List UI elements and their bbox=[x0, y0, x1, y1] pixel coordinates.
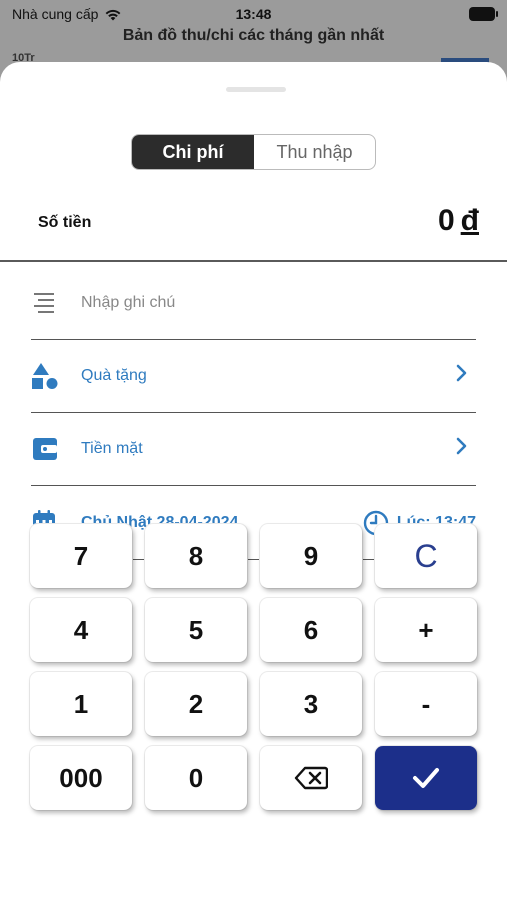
note-placeholder: Nhập ghi chú bbox=[81, 294, 176, 311]
chevron-right-icon bbox=[456, 364, 467, 382]
checkmark-icon bbox=[413, 768, 439, 788]
key-000[interactable]: 000 bbox=[30, 746, 132, 810]
segment-expense[interactable]: Chi phí bbox=[132, 135, 254, 169]
key-plus[interactable]: + bbox=[375, 598, 477, 662]
transaction-type-segment: Chi phí Thu nhập bbox=[131, 134, 376, 170]
backspace-button[interactable] bbox=[260, 746, 362, 810]
background-title: Bản đồ thu/chi các tháng gần nhất bbox=[122, 27, 385, 44]
key-clear[interactable]: C bbox=[375, 524, 477, 588]
key-minus[interactable]: - bbox=[375, 672, 477, 736]
wifi-icon bbox=[106, 9, 121, 20]
key-7[interactable]: 7 bbox=[30, 524, 132, 588]
key-2[interactable]: 2 bbox=[145, 672, 247, 736]
currency-symbol: đ bbox=[460, 204, 479, 237]
key-1[interactable]: 1 bbox=[30, 672, 132, 736]
chevron-right-icon bbox=[456, 437, 467, 455]
wallet-icon bbox=[31, 434, 81, 464]
wallet-row[interactable]: Tiền mặt bbox=[31, 413, 476, 486]
battery-icon bbox=[469, 7, 498, 21]
key-4[interactable]: 4 bbox=[30, 598, 132, 662]
note-icon bbox=[31, 288, 81, 318]
key-0[interactable]: 0 bbox=[145, 746, 247, 810]
carrier-group: Nhà cung cấp bbox=[12, 6, 122, 22]
segment-income[interactable]: Thu nhập bbox=[254, 135, 375, 169]
category-label: Quà tặng bbox=[81, 367, 147, 384]
key-6[interactable]: 6 bbox=[260, 598, 362, 662]
wallet-label: Tiền mặt bbox=[81, 440, 143, 457]
calculator-keypad: 7 8 9 C 4 5 6 + 1 2 3 - 000 0 bbox=[30, 524, 478, 810]
amount-label: Số tiền bbox=[38, 214, 92, 231]
amount-display: 0đ bbox=[438, 204, 479, 238]
sheet-drag-handle[interactable] bbox=[226, 87, 286, 92]
carrier-name: Nhà cung cấp bbox=[12, 6, 99, 22]
amount-value: 0 bbox=[437, 204, 455, 237]
amount-row: Số tiền 0đ bbox=[0, 200, 507, 262]
note-field[interactable]: Nhập ghi chú bbox=[31, 267, 476, 340]
status-bar: Nhà cung cấp 13:48 bbox=[0, 0, 507, 28]
key-8[interactable]: 8 bbox=[145, 524, 247, 588]
category-shapes-icon bbox=[31, 361, 81, 391]
key-9[interactable]: 9 bbox=[260, 524, 362, 588]
key-3[interactable]: 3 bbox=[260, 672, 362, 736]
category-row[interactable]: Quà tặng bbox=[31, 340, 476, 413]
confirm-button[interactable] bbox=[375, 746, 477, 810]
backspace-icon bbox=[294, 766, 328, 790]
key-5[interactable]: 5 bbox=[145, 598, 247, 662]
